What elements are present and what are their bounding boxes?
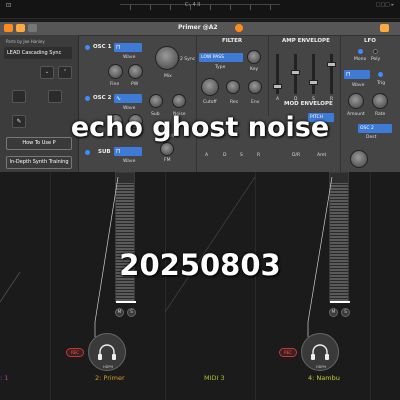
plugin-power-icon[interactable] (4, 24, 13, 32)
osc1-wave-label: Wave (123, 55, 136, 60)
mod-envelope-title: MOD ENVELOPE (282, 101, 335, 107)
track-4-name[interactable]: 4: Nambu (308, 374, 340, 382)
preset-panel: Parts by Joe Hanley LEAD Cascading Sync … (0, 35, 79, 172)
filter-title: FILTER (222, 38, 243, 44)
res-knob[interactable] (226, 80, 240, 94)
daw-toolbar: ⊡ C♭ 4 II □□□ ▸ (0, 0, 400, 19)
amp-decay-handle[interactable] (291, 70, 300, 75)
osc1-fine-knob[interactable] (108, 64, 123, 79)
lfo-extra-knob[interactable] (350, 150, 368, 168)
osc1-wave-select[interactable]: ⊓ (114, 43, 142, 52)
mixer-panel: M S M S REC HDPH REC HDPH : 1 2: Primer … (0, 172, 400, 400)
lfo-wave-select[interactable]: ⊓ (344, 70, 370, 79)
env-knob[interactable] (248, 80, 262, 94)
lfo-rate-knob[interactable] (372, 93, 388, 109)
amp-envelope-title: AMP ENVELOPE (282, 38, 330, 44)
sync-label: 2 Sync (180, 57, 196, 62)
fm-label: FM (164, 158, 171, 163)
res-label: Res (230, 100, 239, 105)
routing-lines (0, 176, 333, 337)
lfo-mono-label: Mono (354, 57, 367, 62)
track-1-name[interactable]: : 1 (0, 374, 8, 382)
mix-knob[interactable] (155, 46, 179, 70)
amp-sustain-fader[interactable] (312, 54, 315, 94)
synth-titlebar: Primer @A2 (0, 22, 400, 36)
osc2-wave-select[interactable]: ∿ (114, 94, 142, 103)
mix-label: Mix (164, 74, 172, 79)
lfo-title: LFO (364, 38, 376, 44)
plugin-menu-icon[interactable] (28, 24, 37, 32)
noise-knob[interactable] (172, 94, 186, 108)
filter-type-label: Type (215, 65, 226, 70)
training-button[interactable]: In-Depth Synth Training (6, 156, 72, 169)
amp-attack-handle[interactable] (273, 84, 282, 89)
preset-selector[interactable]: LEAD Cascading Sync (4, 47, 72, 59)
mod-dr-label: D/R (292, 153, 301, 158)
mod-r-label: R (257, 153, 261, 158)
section-divider (268, 36, 269, 116)
sub-led[interactable] (85, 150, 90, 155)
overlay-date: 20250803 (119, 248, 281, 282)
lfo-trig-label: Trig (377, 81, 386, 86)
sub-wave-select[interactable]: ⊓ (114, 147, 142, 156)
preset-next-button[interactable]: ⌃ (58, 66, 72, 79)
osc1-pw-knob[interactable] (128, 64, 143, 79)
env-label: Env (251, 100, 260, 105)
lfo-trig-led[interactable] (378, 72, 383, 77)
playhead-position: C♭ 4 II (185, 2, 201, 8)
cutoff-knob[interactable] (201, 78, 219, 96)
mod-d-label: D (223, 153, 227, 158)
filter-type-select[interactable]: LOW PASS (199, 53, 243, 62)
osc1-led[interactable] (85, 45, 90, 50)
amp-release-fader[interactable] (330, 54, 333, 94)
lfo-mono-led[interactable] (358, 49, 363, 54)
compare-button[interactable] (48, 90, 62, 103)
osc2-title: OSC 2 (93, 95, 112, 101)
mod-s-label: S (240, 153, 243, 158)
lfo-poly-label: Poly (371, 57, 381, 62)
section-divider (340, 36, 341, 172)
plugin-preset-icon[interactable] (16, 24, 25, 32)
mod-amt-label: Amt (317, 153, 327, 158)
section-divider (196, 36, 197, 172)
close-icon[interactable] (235, 24, 243, 32)
synth-window: Primer @A2 Parts by Joe Hanley LEAD Casc… (0, 22, 400, 172)
lfo-poly-led[interactable] (373, 49, 378, 54)
mod-a-label: A (205, 153, 209, 158)
osc2-wave-label: Wave (123, 106, 136, 111)
track-2-rec-button[interactable]: REC (66, 348, 84, 357)
key-knob[interactable] (247, 50, 261, 64)
sub-level-knob[interactable] (149, 94, 163, 108)
parts-label: Parts by Joe Hanley (6, 39, 45, 44)
fm-knob[interactable] (160, 142, 174, 156)
osc2-led[interactable] (85, 96, 90, 101)
sub-wave-label: Wave (123, 159, 136, 164)
lfo-amount-knob[interactable] (348, 93, 364, 109)
track-2-name[interactable]: 2: Primer (95, 374, 125, 382)
lfo-wave-label: Wave (352, 83, 365, 88)
cutoff-label: Cutoff (203, 100, 217, 105)
osc1-title: OSC 1 (93, 44, 112, 50)
expand-icon[interactable] (380, 24, 389, 32)
track-4-rec-button[interactable]: REC (279, 348, 297, 357)
daw-toolbar-right[interactable]: □□□ ▸ (376, 2, 394, 8)
track-4-hp-label: HDPH (316, 365, 327, 369)
amp-a-label: A (276, 97, 280, 102)
track-2-hp-label: HDPH (103, 365, 114, 369)
preset-prev-button[interactable]: ⌄ (40, 66, 54, 79)
track-3-name[interactable]: MIDI 3 (204, 374, 225, 382)
osc1-fine-label: Fine (110, 82, 120, 87)
synth-title: Primer @A2 (178, 24, 218, 31)
sub-title: SUB (98, 149, 111, 155)
key-label: Key (250, 67, 259, 72)
overlay-title: echo ghost noise (70, 112, 330, 143)
daw-menu-icon[interactable]: ⊡ (6, 2, 11, 9)
osc1-pw-label: PW (131, 82, 139, 87)
snapshot-button[interactable] (12, 90, 26, 103)
amp-sustain-handle[interactable] (309, 80, 318, 85)
amp-release-handle[interactable] (327, 62, 336, 67)
